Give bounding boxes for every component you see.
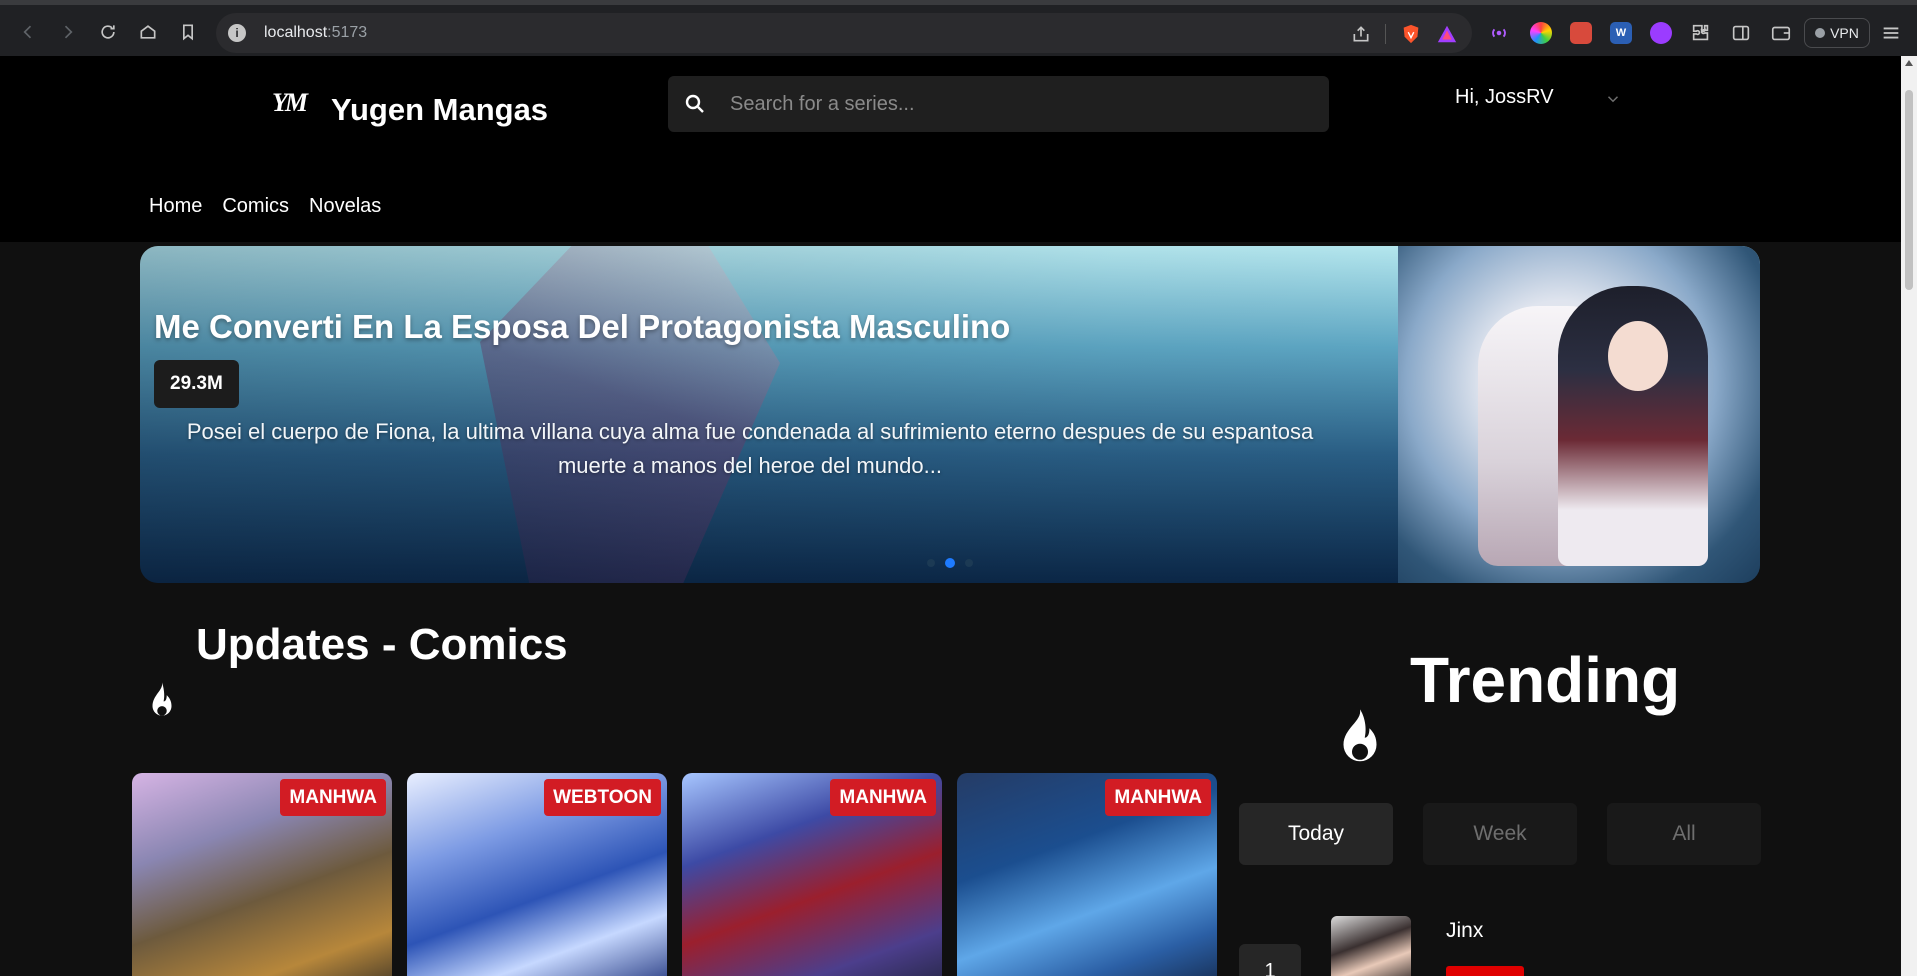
tab-week[interactable]: Week: [1423, 803, 1577, 865]
page-scrollbar[interactable]: [1901, 56, 1917, 976]
extension-red-icon[interactable]: [1570, 22, 1592, 44]
bookmark-icon: [183, 24, 193, 41]
arrow-left-icon: [23, 25, 32, 39]
nav-novelas[interactable]: Novelas: [309, 195, 381, 218]
divider: [1385, 24, 1386, 44]
flame-icon: [152, 682, 172, 716]
nav-home[interactable]: Home: [149, 195, 202, 218]
hero-description-line-2: muerte a manos del heroe del mundo...: [557, 453, 942, 478]
trending-tabs: Today Week All: [1239, 803, 1761, 865]
carousel-dot-3[interactable]: [965, 559, 973, 567]
chevron-down-icon[interactable]: [1604, 90, 1622, 108]
site-name[interactable]: Yugen Mangas: [331, 92, 548, 128]
search-icon[interactable]: [683, 92, 707, 116]
logo-mark[interactable]: YM: [272, 88, 308, 118]
trending-rank: 1: [1239, 944, 1301, 976]
extension-radio-icon[interactable]: [1488, 22, 1510, 44]
updates-card-list: MANHWA WEBTOON MANHWA MANHWA: [132, 773, 1217, 976]
comic-card[interactable]: MANHWA: [682, 773, 942, 976]
site-header: YM Yugen Mangas Hi, JossRV Home Comics N…: [0, 56, 1901, 242]
sidebar-toggle-icon[interactable]: [1730, 22, 1752, 44]
menu-icon[interactable]: [1880, 22, 1902, 44]
trending-title: Trending: [1410, 644, 1681, 716]
bookmark-button[interactable]: [174, 18, 202, 46]
trending-thumbnail[interactable]: [1331, 916, 1411, 976]
page: YM Yugen Mangas Hi, JossRV Home Comics N…: [0, 56, 1901, 976]
flame-icon: [1343, 709, 1377, 762]
tab-today[interactable]: Today: [1239, 803, 1393, 865]
nav-comics[interactable]: Comics: [222, 195, 289, 218]
comic-card[interactable]: MANHWA: [132, 773, 392, 976]
reload-icon: [101, 25, 115, 39]
comic-card[interactable]: WEBTOON: [407, 773, 667, 976]
hero-figure-face: [1608, 321, 1668, 391]
hero-description: Posei el cuerpo de Fiona, la ultima vill…: [140, 415, 1360, 483]
extension-color-icon[interactable]: [1530, 22, 1552, 44]
trending-item-tag: [1446, 966, 1524, 976]
address-bar[interactable]: i localhost:5173: [216, 13, 1472, 53]
vpn-status-icon: [1815, 28, 1826, 38]
url-host: localhost: [264, 24, 328, 41]
comic-type-badge: WEBTOON: [544, 779, 661, 816]
carousel-dot-1[interactable]: [927, 559, 935, 567]
comic-type-badge: MANHWA: [280, 779, 386, 816]
main-nav: Home Comics Novelas: [149, 195, 381, 218]
user-greeting[interactable]: Hi, JossRV: [1455, 86, 1554, 109]
comic-type-badge: MANHWA: [1105, 779, 1211, 816]
wallet-icon[interactable]: [1770, 22, 1792, 44]
hero-cover-art: [1398, 246, 1760, 583]
home-icon: [140, 25, 156, 39]
brave-shield-icon[interactable]: [1400, 23, 1422, 45]
tab-all[interactable]: All: [1607, 803, 1761, 865]
search-input[interactable]: [730, 76, 1310, 132]
brave-rewards-icon[interactable]: [1436, 23, 1458, 45]
home-button[interactable]: [134, 18, 162, 46]
scroll-up-icon[interactable]: [1905, 60, 1913, 66]
updates-title: Updates - Comics: [196, 620, 568, 669]
arrow-right-icon: [64, 25, 73, 39]
hero-carousel[interactable]: Me Converti En La Esposa Del Protagonist…: [140, 246, 1760, 583]
forward-button[interactable]: [54, 18, 82, 46]
extensions-puzzle-icon[interactable]: [1690, 22, 1712, 44]
comic-type-badge: MANHWA: [830, 779, 936, 816]
vpn-button[interactable]: VPN: [1804, 18, 1870, 48]
vpn-label: VPN: [1830, 25, 1859, 41]
reload-button[interactable]: [94, 18, 122, 46]
url-text: localhost:5173: [264, 24, 367, 42]
carousel-dot-2[interactable]: [945, 558, 955, 568]
back-button[interactable]: [14, 18, 42, 46]
extension-purple-icon[interactable]: [1650, 22, 1672, 44]
site-info-icon[interactable]: i: [228, 24, 246, 42]
browser-toolbar: i localhost:5173 W VPN: [0, 0, 1917, 56]
comic-card[interactable]: MANHWA: [957, 773, 1217, 976]
url-port: :5173: [327, 24, 368, 41]
share-icon[interactable]: [1351, 24, 1371, 44]
hero-title[interactable]: Me Converti En La Esposa Del Protagonist…: [154, 308, 1010, 346]
scrollbar-thumb[interactable]: [1905, 90, 1913, 290]
hero-views-badge: 29.3M: [154, 360, 239, 408]
omnibox-actions: [1351, 23, 1458, 45]
search-box: [668, 76, 1329, 132]
hero-description-line-1: Posei el cuerpo de Fiona, la ultima vill…: [186, 419, 1314, 444]
extension-word-icon[interactable]: W: [1610, 22, 1632, 44]
carousel-dots: [927, 558, 973, 568]
trending-item-name[interactable]: Jinx: [1446, 919, 1483, 943]
